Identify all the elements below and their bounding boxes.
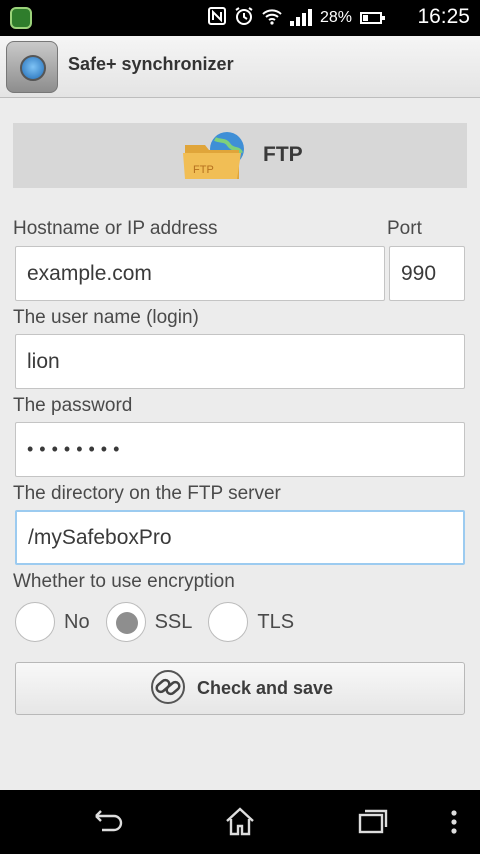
port-input[interactable]: 990 (389, 246, 465, 301)
alarm-icon (234, 6, 254, 30)
recent-apps-icon[interactable] (355, 804, 391, 840)
status-bar: 28% 16:25 (0, 0, 480, 36)
section-header: FTP FTP (13, 123, 467, 188)
directory-label: The directory on the FTP server (13, 483, 281, 504)
nfc-icon (207, 7, 226, 29)
svg-text:FTP: FTP (193, 164, 214, 176)
wifi-icon (262, 7, 282, 29)
battery-icon (360, 12, 385, 24)
username-input[interactable]: lion (15, 334, 465, 389)
radio-circle[interactable] (208, 602, 249, 642)
directory-input[interactable]: /mySafeboxPro (15, 510, 465, 565)
radio-circle[interactable] (105, 602, 146, 642)
check-and-save-button[interactable]: Check and save (15, 662, 465, 715)
home-icon[interactable] (222, 804, 258, 840)
section-title: FTP (263, 143, 303, 166)
hostname-input[interactable]: example.com (15, 246, 385, 301)
battery-percent: 28% (319, 9, 352, 26)
encryption-radio-group: No SSL TLS (15, 600, 310, 644)
radio-label: No (64, 610, 90, 633)
check-and-save-label: Check and save (196, 678, 334, 698)
safe-app-icon[interactable] (6, 41, 58, 93)
back-icon[interactable] (90, 804, 126, 840)
app-notification-icon (10, 7, 32, 29)
hostname-label: Hostname or IP address (13, 218, 218, 239)
app-title: Safe+ synchronizer (68, 54, 234, 74)
port-label: Port (387, 218, 422, 239)
radio-no[interactable]: No (15, 602, 90, 642)
password-input[interactable]: •••••••• (15, 422, 465, 477)
radio-tls[interactable]: TLS (208, 602, 294, 642)
clock: 16:25 (417, 5, 470, 28)
signal-icon (289, 9, 312, 26)
radio-label: SSL (154, 610, 193, 633)
overflow-menu-icon[interactable] (444, 804, 464, 840)
navigation-bar (0, 790, 480, 854)
password-label: The password (13, 395, 133, 416)
radio-label: TLS (257, 610, 295, 633)
radio-ssl[interactable]: SSL (105, 602, 193, 642)
encryption-label: Whether to use encryption (13, 571, 235, 592)
action-bar: Safe+ synchronizer (0, 36, 480, 98)
ftp-folder-icon: FTP (175, 131, 255, 181)
status-icons: 28% (207, 6, 385, 30)
link-icon (147, 669, 189, 709)
username-label: The user name (login) (13, 307, 199, 328)
radio-circle[interactable] (15, 602, 55, 642)
